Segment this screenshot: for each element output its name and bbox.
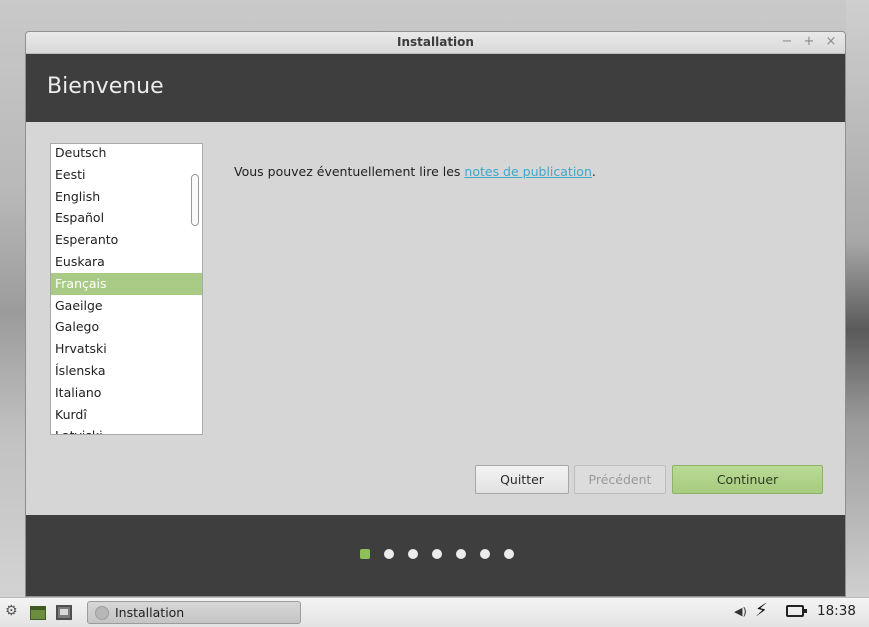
battery-icon[interactable] <box>786 605 807 617</box>
menu-icon[interactable]: ⚙ <box>5 603 18 619</box>
continue-button[interactable]: Continuer <box>672 465 823 494</box>
taskbar: ⚙ Installation ◀) ⚡ 18:38 <box>0 597 869 627</box>
previous-button[interactable]: Précédent <box>574 465 666 494</box>
step-dot <box>432 549 442 559</box>
language-list-items: Deutsch Eesti English Español Esperanto Euska… <box>51 144 202 434</box>
language-item[interactable]: Kurdî <box>51 404 202 426</box>
taskbar-item-installation[interactable]: Installation <box>87 601 301 624</box>
language-item[interactable]: Deutsch <box>51 144 202 164</box>
language-item[interactable]: Italiano <box>51 382 202 404</box>
network-icon[interactable]: ⚡ <box>755 600 768 621</box>
clock[interactable]: 18:38 <box>817 603 856 619</box>
window-titlebar[interactable]: Installation − + × <box>26 32 845 54</box>
close-button[interactable]: × <box>825 34 837 50</box>
show-desktop-icon[interactable] <box>30 606 46 620</box>
step-dot <box>480 549 490 559</box>
minimize-button[interactable]: − <box>781 34 793 50</box>
release-notes-prefix: Vous pouvez éventuellement lire les <box>234 164 465 179</box>
step-dot-active <box>360 549 370 559</box>
release-notes-link[interactable]: notes de publication <box>464 164 591 179</box>
volume-icon[interactable]: ◀) <box>734 605 747 618</box>
maximize-button[interactable]: + <box>803 34 815 50</box>
language-item[interactable]: Esperanto <box>51 229 202 251</box>
release-notes-text: Vous pouvez éventuellement lire les note… <box>234 164 596 179</box>
installer-window: Installation − + × Bienvenue Deutsch Eest… <box>25 31 846 597</box>
window-controls: − + × <box>781 34 837 50</box>
page-header: Bienvenue <box>26 54 845 122</box>
quit-button[interactable]: Quitter <box>475 465 569 494</box>
release-notes-suffix: . <box>591 164 596 179</box>
language-item[interactable]: Hrvatski <box>51 338 202 360</box>
step-dot <box>408 549 418 559</box>
taskbar-item-label: Installation <box>115 605 185 620</box>
language-item[interactable]: Español <box>51 207 202 229</box>
desktop-background <box>846 0 869 600</box>
language-item[interactable]: Íslenska <box>51 360 202 382</box>
language-item[interactable]: Eesti <box>51 164 202 186</box>
progress-footer <box>26 515 845 596</box>
step-dot <box>384 549 394 559</box>
language-item[interactable]: Euskara <box>51 251 202 273</box>
language-item[interactable]: Latviski <box>51 425 202 434</box>
installer-icon <box>95 606 109 620</box>
language-item[interactable]: Français <box>51 272 202 295</box>
page-title: Bienvenue <box>47 74 164 99</box>
terminal-icon[interactable] <box>56 605 72 620</box>
window-title: Installation <box>397 35 474 49</box>
language-list[interactable]: Deutsch Eesti English Español Esperanto Euska… <box>50 143 203 435</box>
language-item[interactable]: Galego <box>51 316 202 338</box>
language-item[interactable]: English <box>51 186 202 208</box>
step-dot <box>504 549 514 559</box>
step-indicator <box>360 549 514 559</box>
language-item[interactable]: Gaeilge <box>51 295 202 317</box>
language-list-scrollbar[interactable] <box>191 174 199 226</box>
step-dot <box>456 549 466 559</box>
